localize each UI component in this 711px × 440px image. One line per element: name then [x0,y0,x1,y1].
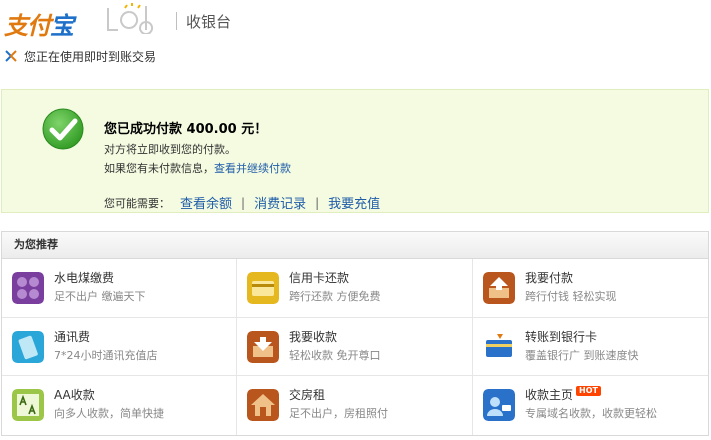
item-title: 我要付款 [525,271,574,285]
alipay-logo[interactable]: 支付宝 [4,6,74,41]
recommend-panel: 为您推荐 水电煤缴费 足不出户 缴遍天下 信用卡还款 跨行还款 方便免费 我要付… [1,231,709,436]
notice-text: 您正在使用即时到账交易 [24,49,157,64]
item-title: AA收款 [54,388,95,402]
quick-links-label: 您可能需要： [104,196,170,210]
item-title: 信用卡还款 [289,271,350,285]
recommend-item-aa[interactable]: AA收款 向多人收款，简单快捷 [2,376,237,435]
item-desc: 足不出户，房租照付 [289,407,388,420]
hot-badge: HOT [576,386,601,396]
recommend-item-utility[interactable]: 水电煤缴费 足不出户 缴遍天下 [2,259,237,318]
item-title: 收款主页 HOT [525,386,601,403]
alipay-swirl-icon [5,50,17,62]
recommend-item-homepage[interactable]: 收款主页 HOT 专属域名收款，收款更轻松 [473,376,708,435]
item-desc: 轻松收款 免开尊口 [289,349,381,362]
link-separator: | [241,195,246,210]
payment-success-panel: 您已成功付款 400.00 元！ 对方将立即收到您的付款。 如果您有未付款信息，… [1,89,709,213]
item-title: 转账到银行卡 [525,330,598,344]
consumption-records-link[interactable]: 消费记录 [254,193,306,212]
header-divider [176,12,177,30]
recommend-item-credit-card[interactable]: 信用卡还款 跨行还款 方便免费 [237,259,473,318]
homepage-icon [483,389,515,421]
item-desc: 跨行付钱 轻松实现 [525,290,617,303]
bank-card-icon [483,331,515,363]
page-title: 收银台 [186,13,232,31]
item-desc: 足不出户 缴遍天下 [54,290,146,303]
recommend-title: 为您推荐 [2,232,708,259]
quick-links: 您可能需要： 查看余额 | 消费记录 | 我要充值 [104,193,380,213]
utility-bill-icon [12,272,44,304]
page-header: 支付宝 lab 收银台 [0,0,711,40]
recommend-item-pay[interactable]: 我要付款 跨行付钱 轻松实现 [473,259,708,318]
item-desc: 向多人收款，简单快捷 [54,407,164,420]
item-title: 通讯费 [54,330,91,344]
item-desc: 专属域名收款，收款更轻松 [525,407,657,420]
item-desc: 跨行还款 方便免费 [289,290,381,303]
recommend-grid: 水电煤缴费 足不出户 缴遍天下 信用卡还款 跨行还款 方便免费 我要付款 跨行付… [2,259,708,435]
mobile-phone-icon [12,331,44,363]
success-check-icon [42,108,84,150]
recommend-item-mobile[interactable]: 通讯费 7*24小时通讯充值店 [2,318,237,376]
payment-box-icon [483,272,515,304]
success-title: 您已成功付款 400.00 元！ [104,122,268,137]
link-separator: | [315,195,320,210]
success-message: 对方将立即收到您的付款。 [104,143,236,156]
recommend-item-bank-transfer[interactable]: 转账到银行卡 覆盖银行广 到账速度快 [473,318,708,376]
check-balance-link[interactable]: 查看余额 [180,193,232,212]
recommend-item-rent[interactable]: 交房租 足不出户，房租照付 [237,376,473,435]
collect-box-icon [247,331,279,363]
item-title: 交房租 [289,388,326,402]
item-desc: 7*24小时通讯充值店 [54,349,158,362]
item-title: 我要收款 [289,330,338,344]
item-desc: 覆盖银行广 到账速度快 [525,349,639,362]
continue-payment-link[interactable]: 查看并继续付款 [214,162,291,175]
credit-card-icon [247,272,279,304]
lab-logo-icon: lab [107,3,154,34]
rent-house-icon [247,389,279,421]
aa-collect-icon [12,389,44,421]
transaction-notice: 您正在使用即时到账交易 [4,47,156,65]
recommend-item-collect[interactable]: 我要收款 轻松收款 免开尊口 [237,318,473,376]
unpaid-hint: 如果您有未付款信息，查看并继续付款 [104,162,291,175]
item-title: 水电煤缴费 [54,271,115,285]
recharge-link[interactable]: 我要充值 [328,193,380,212]
